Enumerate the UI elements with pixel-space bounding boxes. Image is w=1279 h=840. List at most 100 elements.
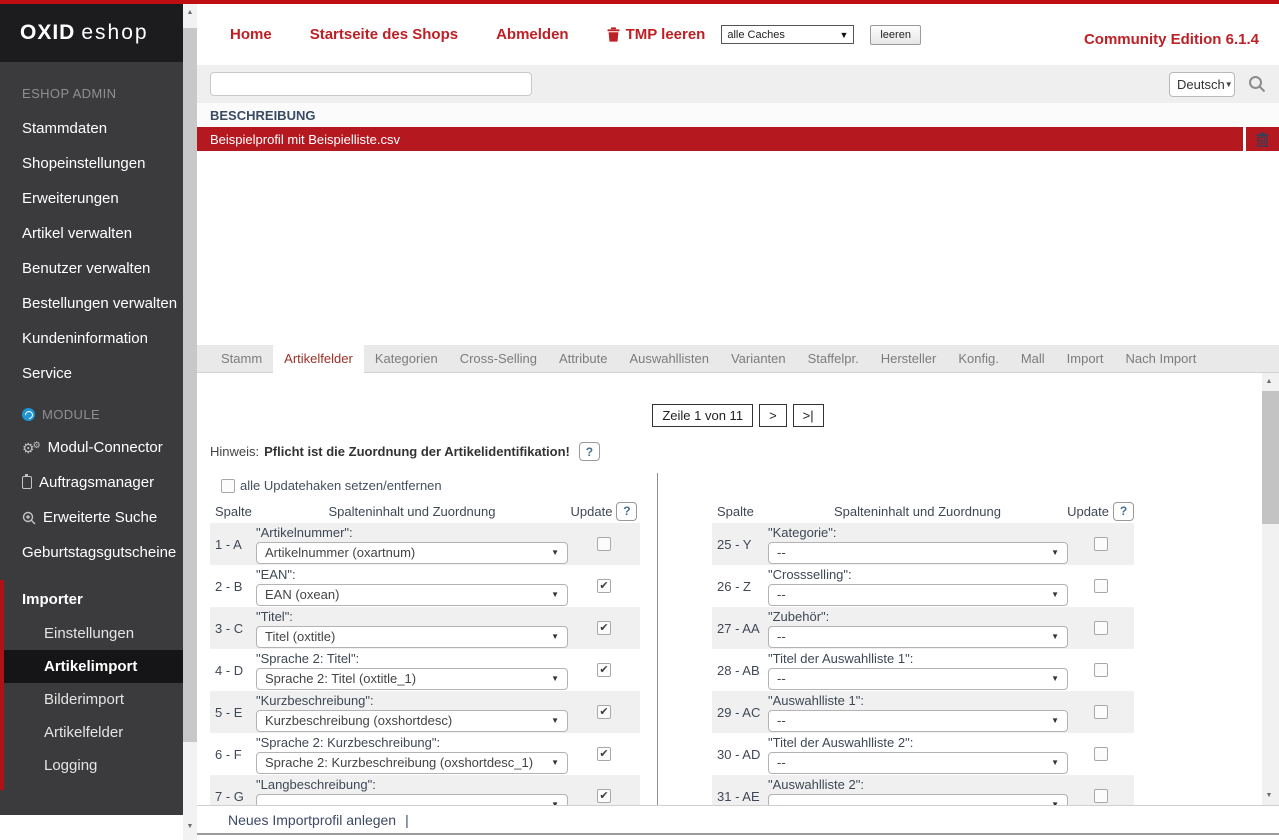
sidebar-item-benutzer-verwalten[interactable]: Benutzer verwalten [0, 251, 183, 286]
update-checkbox[interactable] [1094, 579, 1108, 593]
toggle-all-checkbox[interactable] [221, 479, 235, 493]
tab-kategorien[interactable]: Kategorien [364, 345, 449, 373]
content-scrollbar[interactable]: ▲ ▼ [1262, 373, 1279, 805]
mapping-select-value: -- [777, 713, 786, 728]
sidebar-item-geburtstagsgutscheine[interactable]: Geburtstagsgutscheine [0, 535, 183, 570]
mapping-select[interactable]: Titel (oxtitle)▼ [256, 626, 568, 648]
mapping-select[interactable]: --▼ [768, 794, 1068, 806]
sidebar-item-bestellungen-verwalten[interactable]: Bestellungen verwalten [0, 286, 183, 321]
update-checkbox[interactable] [1094, 663, 1108, 677]
nav-link-logout[interactable]: Abmelden [496, 26, 569, 43]
update-cell [1068, 663, 1134, 677]
mapping-select[interactable]: --▼ [768, 668, 1068, 690]
sidebar-item-bilderimport[interactable]: Bilderimport [4, 683, 183, 716]
mapping-select[interactable]: EAN (oxean)▼ [256, 584, 568, 606]
sidebar-scrollbar[interactable]: ▲ ▼ [183, 4, 197, 840]
header-update: Update ? [568, 502, 640, 521]
update-checkbox[interactable]: ✔ [597, 579, 611, 593]
tab-varianten[interactable]: Varianten [720, 345, 797, 373]
sidebar-item-artikel-verwalten[interactable]: Artikel verwalten [0, 216, 183, 251]
update-checkbox[interactable] [1094, 621, 1108, 635]
update-checkbox[interactable] [1094, 537, 1108, 551]
nav-link-shop-start[interactable]: Startseite des Shops [310, 26, 458, 43]
help-button[interactable]: ? [1113, 502, 1134, 521]
update-checkbox[interactable] [1094, 705, 1108, 719]
update-checkbox[interactable]: ✔ [597, 705, 611, 719]
scroll-up-icon[interactable]: ▲ [183, 6, 197, 20]
sidebar-item-logging[interactable]: Logging [4, 749, 183, 782]
language-select[interactable]: Deutsch ▼ [1169, 72, 1235, 97]
column-label: "Titel der Auswahlliste 2": [768, 735, 1068, 750]
pagination-last-button[interactable]: >| [793, 404, 824, 427]
mapping-select[interactable]: ▼ [256, 794, 568, 806]
update-cell [1068, 579, 1134, 593]
sidebar-item-artikelfelder[interactable]: Artikelfelder [4, 716, 183, 749]
mapping-select[interactable]: --▼ [768, 752, 1068, 774]
content-scrollbar-thumb[interactable] [1262, 391, 1279, 524]
mapping-select[interactable]: --▼ [768, 626, 1068, 648]
nav-link-home[interactable]: Home [230, 26, 272, 43]
scroll-up-icon[interactable]: ▲ [1262, 375, 1276, 389]
sidebar-item-einstellungen[interactable]: Einstellungen [4, 617, 183, 650]
update-checkbox[interactable] [1094, 747, 1108, 761]
import-profile-row[interactable]: Beispielprofil mit Beispielliste.csv [197, 127, 1279, 151]
tab-mall[interactable]: Mall [1010, 345, 1056, 373]
tab-cross-selling[interactable]: Cross-Selling [449, 345, 548, 373]
sidebar-item-modul-connector[interactable]: ⚙⚙Modul-Connector [0, 430, 183, 465]
update-cell: ✔ [568, 789, 640, 803]
sidebar-item-kundeninformation[interactable]: Kundeninformation [0, 321, 183, 356]
pagination-next-button[interactable]: > [759, 404, 787, 427]
sidebar-item-service[interactable]: Service [0, 356, 183, 391]
tab-staffelpr[interactable]: Staffelpr. [797, 345, 870, 373]
update-checkbox[interactable] [1094, 789, 1108, 803]
tab-auswahllisten[interactable]: Auswahllisten [618, 345, 720, 373]
search-icon[interactable] [1248, 75, 1266, 93]
row-id: 5 - E [210, 705, 256, 720]
tab-attribute[interactable]: Attribute [548, 345, 618, 373]
tab-konfig[interactable]: Konfig. [947, 345, 1009, 373]
sidebar-item-erweiterte-suche[interactable]: Erweiterte Suche [0, 500, 183, 535]
tab-stamm[interactable]: Stamm [210, 345, 273, 373]
search-input[interactable] [210, 72, 532, 96]
clear-cache-button[interactable]: leeren [870, 25, 921, 45]
help-button[interactable]: ? [579, 442, 600, 461]
sidebar-item-shopeinstellungen[interactable]: Shopeinstellungen [0, 146, 183, 181]
cache-select[interactable]: alle Caches ▼ [721, 25, 854, 44]
mapping-select[interactable]: --▼ [768, 542, 1068, 564]
update-checkbox[interactable]: ✔ [597, 789, 611, 803]
update-checkbox[interactable]: ✔ [597, 663, 611, 677]
delete-profile-button[interactable] [1243, 127, 1279, 151]
update-checkbox[interactable]: ✔ [597, 747, 611, 761]
update-checkbox[interactable] [597, 537, 611, 551]
table-row: 27 - AA"Zubehör":--▼ [712, 607, 1134, 649]
help-button[interactable]: ? [616, 502, 637, 521]
scroll-down-icon[interactable]: ▼ [183, 820, 197, 834]
tab-hersteller[interactable]: Hersteller [870, 345, 948, 373]
mapping-select[interactable]: --▼ [768, 584, 1068, 606]
sidebar-item-importer[interactable]: Importer [4, 582, 183, 617]
scroll-down-icon[interactable]: ▼ [1262, 789, 1276, 803]
mapping-select[interactable]: Sprache 2: Kurzbeschreibung (oxshortdesc… [256, 752, 568, 774]
sidebar-section-eshop-admin: ESHOP ADMIN [0, 62, 183, 111]
row-mapping: "Auswahlliste 1":--▼ [768, 693, 1068, 732]
mapping-select[interactable]: Kurzbeschreibung (oxshortdesc)▼ [256, 710, 568, 732]
sidebar-item-artikelimport[interactable]: Artikelimport [4, 650, 183, 683]
mapping-select[interactable]: --▼ [768, 710, 1068, 732]
chevron-down-icon: ▼ [551, 632, 559, 641]
tab-import[interactable]: Import [1056, 345, 1115, 373]
sidebar-item-erweiterungen[interactable]: Erweiterungen [0, 181, 183, 216]
sidebar-item-stammdaten[interactable]: Stammdaten [0, 111, 183, 146]
row-mapping: "Kategorie":--▼ [768, 525, 1068, 564]
mapping-select[interactable]: Sprache 2: Titel (oxtitle_1)▼ [256, 668, 568, 690]
chevron-down-icon: ▼ [1051, 758, 1059, 767]
toggle-all-row: alle Updatehaken setzen/entfernen [221, 478, 1279, 493]
sidebar-scrollbar-thumb[interactable] [183, 28, 197, 742]
tmp-clear-link[interactable]: TMP leeren [607, 26, 706, 43]
tab-nach-import[interactable]: Nach Import [1115, 345, 1208, 373]
update-checkbox[interactable]: ✔ [597, 621, 611, 635]
tab-artikelfelder[interactable]: Artikelfelder [273, 345, 364, 373]
oxid-eshop-logo[interactable]: OXID eshop [0, 4, 183, 62]
new-import-profile-link[interactable]: Neues Importprofil anlegen [228, 812, 396, 828]
sidebar-item-auftragsmanager[interactable]: Auftragsmanager [0, 465, 183, 500]
mapping-select[interactable]: Artikelnummer (oxartnum)▼ [256, 542, 568, 564]
